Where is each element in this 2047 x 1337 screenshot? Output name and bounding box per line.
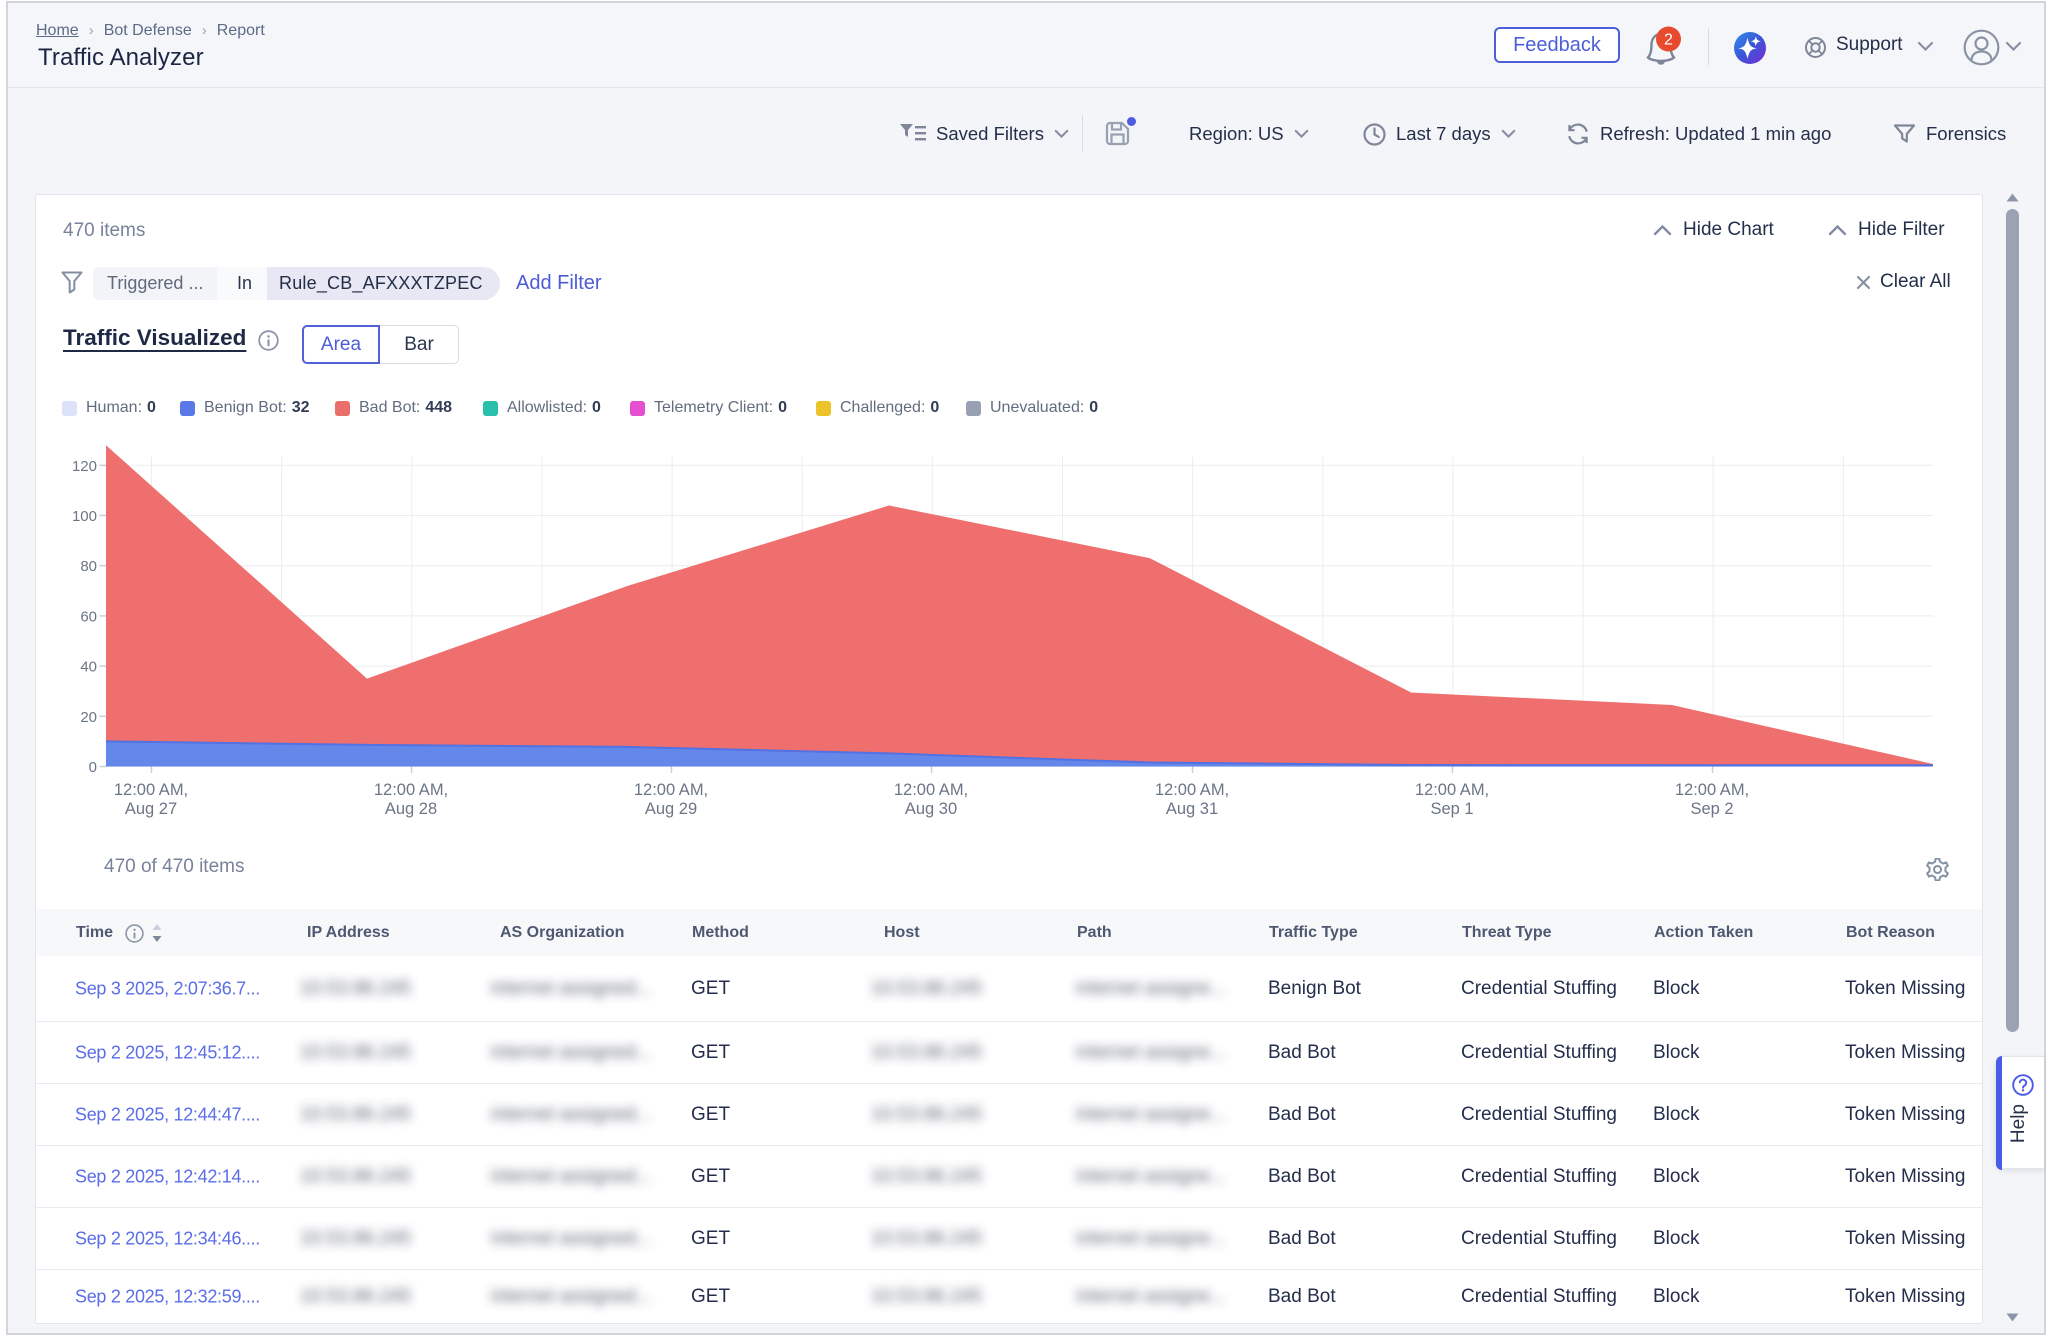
svg-text:12:00 AM,: 12:00 AM, [1675,781,1749,799]
svg-text:100: 100 [72,508,97,525]
svg-text:12:00 AM,: 12:00 AM, [374,781,448,799]
svg-text:Aug 30: Aug 30 [905,800,957,818]
svg-text:60: 60 [80,608,97,625]
svg-text:20: 20 [80,709,97,726]
svg-text:12:00 AM,: 12:00 AM, [634,781,708,799]
svg-text:12:00 AM,: 12:00 AM, [114,781,188,799]
svg-text:120: 120 [72,458,97,475]
svg-text:Aug 31: Aug 31 [1166,800,1218,818]
svg-text:12:00 AM,: 12:00 AM, [1155,781,1229,799]
svg-text:Aug 28: Aug 28 [385,800,437,818]
svg-text:12:00 AM,: 12:00 AM, [894,781,968,799]
svg-text:2: 2 [1664,32,1673,49]
svg-text:12:00 AM,: 12:00 AM, [1415,781,1489,799]
svg-text:Aug 29: Aug 29 [645,800,697,818]
svg-text:80: 80 [80,558,97,575]
svg-text:Aug 27: Aug 27 [125,800,177,818]
svg-text:40: 40 [80,659,97,676]
svg-text:Sep 2: Sep 2 [1690,800,1733,818]
svg-text:0: 0 [89,759,97,776]
svg-text:Sep 1: Sep 1 [1430,800,1473,818]
